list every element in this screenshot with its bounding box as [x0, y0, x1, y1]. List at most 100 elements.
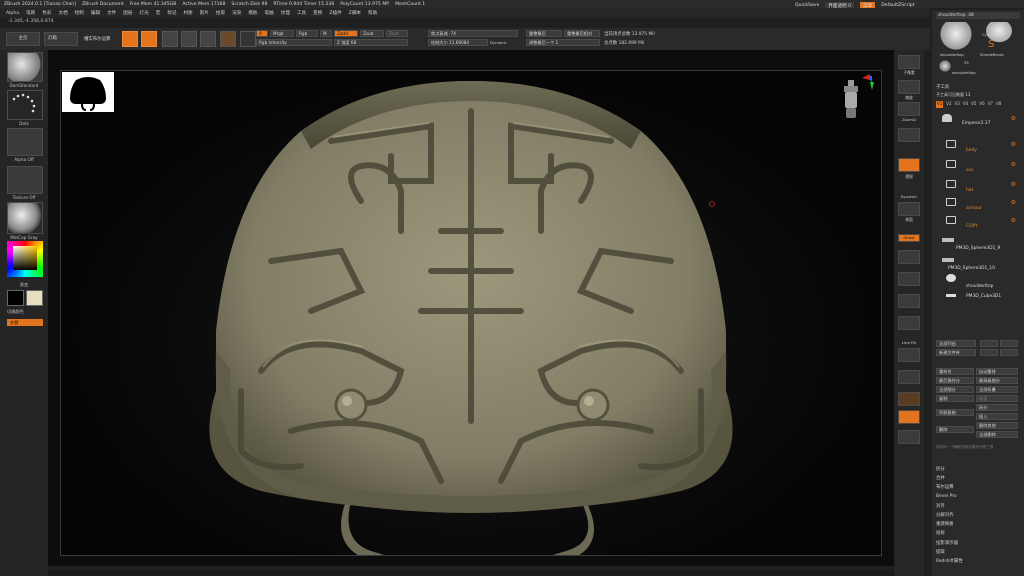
delete-all-button[interactable]: 全部删除 — [976, 431, 1018, 438]
list-all-button[interactable]: 全部列出 — [936, 340, 976, 347]
actual-button[interactable] — [898, 128, 920, 142]
grid-button[interactable] — [898, 430, 920, 444]
a-toggle[interactable]: A — [256, 30, 268, 37]
subtool-action-item[interactable]: 拆分 — [936, 466, 945, 472]
gradient-button[interactable] — [240, 31, 256, 47]
insert-button[interactable]: 插入 — [976, 413, 1018, 420]
simplebrush-icon[interactable]: S — [988, 40, 1002, 50]
menu-item[interactable]: 笔刷 — [26, 10, 35, 16]
solo-button[interactable] — [898, 392, 920, 406]
3d-viewport[interactable] — [60, 70, 882, 556]
move-up-button[interactable] — [980, 340, 998, 347]
subtool-action-item[interactable]: Redshift属性 — [936, 558, 963, 564]
tool-thumb-4[interactable] — [938, 60, 952, 72]
focal-shift-slider[interactable]: 焦点衰减 -74 — [428, 30, 518, 37]
menu-item[interactable]: 模板 — [248, 10, 257, 16]
gear-icon[interactable]: ⚙ — [1011, 161, 1016, 168]
menu-item[interactable]: Z插件 — [329, 10, 341, 16]
perspective-button[interactable] — [898, 158, 920, 172]
tab-v8[interactable]: V8 — [996, 101, 1001, 108]
subtool-item[interactable]: cos ⚙ — [936, 158, 1020, 173]
zoomd-button[interactable] — [898, 102, 920, 116]
subtool-action-item[interactable]: Bevel Pro — [936, 494, 957, 499]
menu-item[interactable]: Z脚本 — [349, 10, 361, 16]
gear-icon[interactable]: ⚙ — [1011, 141, 1016, 148]
subtool-item[interactable]: Emperor2.17 ⚙ — [936, 112, 1020, 126]
lightbox-button[interactable]: 灯箱 — [44, 32, 78, 46]
ghost-button[interactable]: Ghost — [898, 234, 920, 242]
split-button[interactable]: 拆分 — [976, 404, 1018, 411]
tool-thumb-1[interactable] — [938, 22, 974, 52]
m-toggle[interactable]: M — [320, 30, 332, 37]
redo-last-relative-button[interactable]: 重整最后相对 — [564, 30, 600, 37]
menu-item[interactable]: 影片 — [200, 10, 209, 16]
rgb-toggle[interactable]: Rgb — [296, 30, 318, 37]
local-button[interactable] — [898, 250, 920, 264]
highest-subdiv-button[interactable]: 最高级细分 — [976, 377, 1018, 384]
adjust-last-slider[interactable]: 调整最后一个 1 — [526, 39, 600, 46]
home-button[interactable]: 主页 — [6, 32, 40, 46]
subtool-action-item[interactable]: 分解对齐 — [936, 512, 954, 518]
material-button[interactable] — [220, 31, 236, 47]
rename-button[interactable]: 重命名 — [936, 368, 974, 375]
frame-button[interactable] — [898, 294, 920, 308]
stroke-selector[interactable] — [7, 90, 43, 120]
move-view-button[interactable] — [898, 316, 920, 330]
current-tool-name[interactable]: shoulderltop. 48 — [936, 12, 1020, 19]
menu-item[interactable]: 变换 — [313, 10, 322, 16]
new-folder-button[interactable]: 新建文件夹 — [936, 349, 976, 356]
menu-item[interactable]: 文档 — [58, 10, 67, 16]
subtool-header[interactable]: 子工具 — [936, 84, 949, 90]
delete-button[interactable]: 删除 — [936, 426, 974, 433]
navigation-gizmo[interactable] — [836, 72, 876, 124]
gear-icon[interactable]: ⚙ — [1011, 199, 1016, 206]
tab-v7[interactable]: V7 — [988, 101, 993, 108]
menu-item[interactable]: 色彩 — [42, 10, 51, 16]
menu-item[interactable]: 宏 — [156, 10, 161, 16]
document-thumbnail[interactable] — [62, 72, 114, 112]
subtool-item[interactable]: COPY ⚙ — [936, 214, 1020, 229]
menu-item[interactable]: 笔触 — [265, 10, 274, 16]
menu-item[interactable]: 标记 — [167, 10, 176, 16]
brush-selector[interactable] — [7, 52, 43, 82]
gear-icon[interactable]: ⚙ — [1011, 115, 1016, 122]
menu-item[interactable]: Alpha — [6, 11, 19, 16]
color-picker[interactable] — [7, 241, 43, 277]
subtool-item[interactable]: PM3D_Cube3D1 — [936, 290, 1020, 304]
auto-reorder-button[interactable]: 自动重排 — [976, 368, 1018, 375]
texture-selector[interactable] — [7, 166, 43, 194]
move-down-folder-button[interactable] — [1000, 349, 1018, 356]
tab-v2[interactable]: V2 — [946, 101, 951, 108]
move-down-button[interactable] — [1000, 340, 1018, 347]
dynamic-toggle[interactable]: Dynamic — [490, 40, 507, 45]
xyz-button[interactable] — [898, 272, 920, 286]
subtool-item[interactable]: armour ⚙ — [936, 196, 1020, 211]
draw-size-slider[interactable]: 绘制大小 11.69084 — [428, 39, 488, 46]
secondary-color-swatch[interactable] — [26, 290, 43, 306]
all-subdiv-button[interactable]: 全部细分 — [936, 386, 974, 393]
subtool-item[interactable]: body ⚙ — [936, 138, 1020, 153]
subtool-item[interactable]: PM3D_Sphere3D1_9 — [936, 234, 1020, 251]
menu-item[interactable]: 渲染 — [232, 10, 241, 16]
tab-v1[interactable]: V1 — [936, 101, 944, 108]
tab-v3[interactable]: V3 — [955, 101, 960, 108]
subtool-action-item[interactable]: 重建网格 — [936, 521, 954, 527]
subtool-item[interactable]: shoulderltop — [936, 272, 1020, 289]
rgb-intensity-slider[interactable]: Rgb Intensity — [256, 39, 332, 46]
zoom-button[interactable] — [898, 80, 920, 94]
subtool-action-item[interactable]: 投影演示器 — [936, 540, 958, 546]
menu-item[interactable]: 工具 — [297, 10, 306, 16]
tab-v6[interactable]: V6 — [979, 101, 984, 108]
subtool-action-item[interactable]: 提取 — [936, 549, 945, 555]
duplicate-button[interactable]: 复制 — [936, 395, 974, 402]
subpixel-button[interactable] — [898, 55, 920, 69]
interp-button[interactable]: 插值 — [976, 395, 1018, 402]
z-intensity-slider[interactable]: Z 强度 68 — [334, 39, 408, 46]
gear-icon[interactable]: ⚙ — [1011, 217, 1016, 224]
tab-v4[interactable]: V4 — [963, 101, 968, 108]
scale-button[interactable] — [181, 31, 197, 47]
live-boolean-button[interactable]: 槽实布尔运算 — [84, 36, 110, 42]
subtool-item[interactable]: PM3D_Sphere3D1_10 — [936, 254, 1020, 271]
subtool-action-item[interactable]: 对齐 — [936, 503, 945, 509]
tab-v5[interactable]: V5 — [971, 101, 976, 108]
